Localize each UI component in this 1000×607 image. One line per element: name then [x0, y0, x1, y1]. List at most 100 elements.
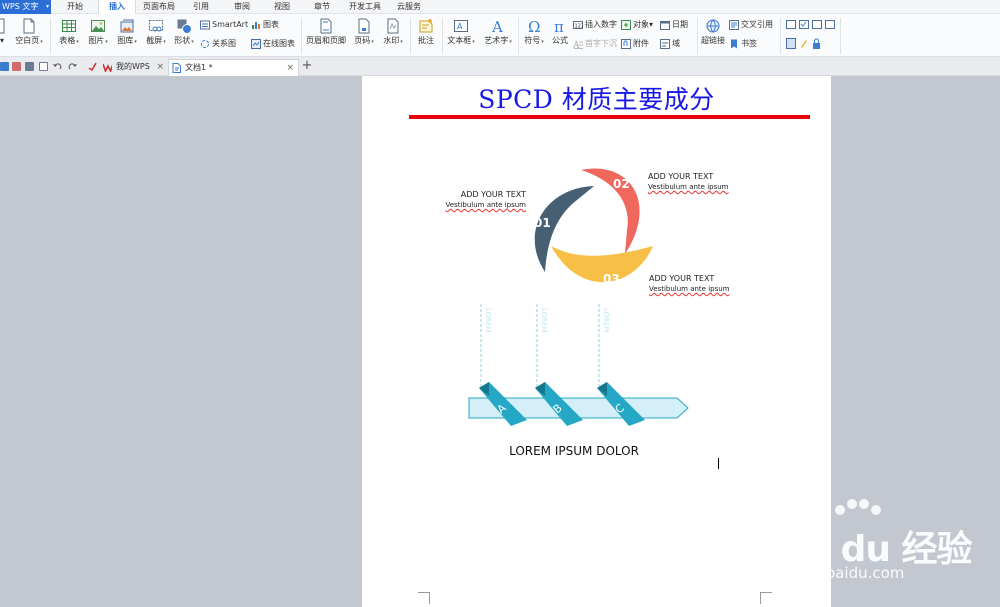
save-icon[interactable]	[0, 62, 9, 71]
shapes-button[interactable]: 形状▾	[170, 18, 198, 47]
menu-bar: WPS 文字 ▾ 开始 插入 页面布局 引用 审阅 视图 章节 开发工具 云服务	[0, 0, 1000, 14]
wordart-icon: A	[491, 18, 503, 34]
svg-text:A: A	[457, 22, 463, 31]
dropdown-form-icon	[812, 20, 822, 29]
blank-page-icon	[23, 18, 35, 34]
print-icon[interactable]	[25, 62, 34, 71]
field-button[interactable]: 域	[660, 37, 680, 51]
symbol-label: 符号	[524, 36, 541, 45]
annotation-02[interactable]: ADD YOUR TEXT Vestibulum ante ipsum	[648, 171, 729, 192]
undo-icon[interactable]	[53, 62, 62, 71]
cross-reference-label: 交叉引用	[741, 20, 773, 29]
print-preview-icon[interactable]	[39, 62, 48, 71]
svg-text:π: π	[554, 18, 564, 34]
close-icon[interactable]: ×	[286, 60, 294, 76]
chevron-down-icon: ▾	[472, 39, 475, 45]
drop-cap-button[interactable]: A 首字下沉	[573, 37, 617, 51]
cover-page-button[interactable]: ▾	[0, 18, 6, 46]
chart-button[interactable]: 图表	[251, 18, 279, 32]
table-icon	[62, 20, 76, 32]
tab-section[interactable]: 章节	[314, 0, 330, 14]
cycle-diagram[interactable]: 01 02 03	[517, 160, 657, 296]
tab-review[interactable]: 审阅	[234, 0, 250, 14]
protection-icons[interactable]	[786, 38, 822, 50]
gallery-icon	[120, 19, 134, 33]
comment-button[interactable]: 批注	[413, 18, 439, 46]
svg-text:A: A	[573, 41, 580, 49]
pi-icon: π	[554, 18, 564, 34]
page-number-button[interactable]: 页码▾	[351, 18, 377, 47]
tab-insert[interactable]: 插入	[98, 0, 136, 14]
text-form-icon	[786, 20, 796, 29]
bar-chart-icon	[252, 21, 260, 29]
blank-page-button[interactable]: 空白页▾	[13, 18, 45, 47]
picture-button[interactable]: 图片▾	[84, 18, 112, 47]
ribbon-separator	[840, 18, 841, 54]
smartart-button[interactable]: SmartArt	[200, 18, 248, 32]
export-pdf-icon[interactable]	[12, 62, 21, 71]
insert-number-button[interactable]: 123 插入数字	[573, 18, 617, 32]
cycle-segment-03[interactable]	[551, 246, 653, 283]
tab-page-layout[interactable]: 页面布局	[143, 0, 175, 14]
globe-link-icon	[706, 19, 720, 33]
date-button[interactable]: 日期	[660, 18, 688, 32]
chevron-down-icon: ▾	[541, 39, 544, 45]
header-footer-label: 页眉和页脚	[306, 36, 346, 45]
table-label: 表格	[59, 36, 76, 45]
symbol-button[interactable]: Ω 符号▾	[521, 18, 547, 47]
field-label: 域	[672, 39, 680, 48]
wps-logo-icon	[103, 63, 112, 72]
page-number-label: 页码	[354, 36, 371, 45]
redo-icon[interactable]	[68, 62, 77, 71]
cycle-segment-02[interactable]	[581, 168, 640, 254]
comment-icon	[419, 19, 433, 33]
object-button[interactable]: 对象▾	[621, 18, 653, 32]
chevron-down-icon: ▾	[163, 39, 166, 45]
chart-label: 图表	[263, 20, 279, 29]
diagram-caption[interactable]: LOREM IPSUM DOLOR	[362, 444, 786, 458]
annotation-heading: ADD YOUR TEXT	[649, 274, 715, 283]
app-menu-button[interactable]: WPS 文字 ▾	[0, 0, 51, 14]
tab-document-1[interactable]: 文档1 * ×	[168, 59, 299, 76]
form-control-icons[interactable]	[786, 20, 836, 30]
svg-text:A: A	[491, 18, 503, 34]
cross-reference-button[interactable]: 交叉引用	[729, 18, 773, 32]
attachment-button[interactable]: 附件	[621, 37, 649, 51]
watermark-button[interactable]: 水印▾	[379, 18, 407, 47]
tab-developer[interactable]: 开发工具	[349, 0, 381, 14]
tab-references[interactable]: 引用	[193, 0, 209, 14]
new-tab-button[interactable]: +	[301, 59, 313, 73]
segment-number-02: 02	[613, 177, 630, 191]
annotation-03[interactable]: ADD YOUR TEXT Vestibulum ante ipsum	[649, 273, 730, 294]
relationship-button[interactable]: 关系图	[200, 37, 236, 51]
segment-number-03: 03	[603, 272, 620, 286]
document-page[interactable]: SPCD 材质主要成分 01 02 03 ADD YOUR TEXT Vesti…	[362, 76, 831, 607]
tab-home[interactable]: 开始	[67, 0, 83, 14]
gallery-button[interactable]: 图库▾	[113, 18, 141, 47]
ribbon-timeline-diagram[interactable]: LOREM LOREM LOREM A B C	[467, 302, 692, 430]
tab-view[interactable]: 视图	[274, 0, 290, 14]
comment-label: 批注	[418, 36, 434, 45]
app-name: WPS 文字	[2, 2, 39, 11]
textbox-button[interactable]: A 文本框▾	[445, 18, 477, 47]
wordart-button[interactable]: A 艺术字▾	[481, 18, 515, 47]
pin-icon[interactable]	[88, 62, 97, 71]
annotation-heading: ADD YOUR TEXT	[460, 190, 526, 199]
document-icon	[172, 63, 181, 73]
formula-button[interactable]: π 公式	[548, 18, 572, 46]
tab-my-wps[interactable]: 我的WPS ×	[100, 59, 168, 76]
tab-cloud-service[interactable]: 云服务	[397, 0, 421, 14]
paperclip-icon	[621, 38, 631, 49]
wordart-label: 艺术字	[484, 36, 509, 45]
hyperlink-label: 超链接	[701, 36, 725, 45]
table-button[interactable]: 表格▾	[55, 18, 83, 47]
pen-icon	[801, 40, 807, 48]
screenshot-button[interactable]: 截屏▾	[142, 18, 170, 47]
online-chart-button[interactable]: 在线图表	[251, 37, 295, 51]
hyperlink-button[interactable]: 超链接	[700, 18, 726, 46]
document-title[interactable]: SPCD 材质主要成分	[362, 80, 831, 116]
header-footer-button[interactable]: 页眉和页脚	[305, 18, 347, 46]
bookmark-button[interactable]: 书签	[729, 37, 757, 51]
annotation-01[interactable]: ADD YOUR TEXT Vestibulum ante ipsum	[422, 189, 527, 210]
close-icon[interactable]: ×	[156, 59, 164, 75]
